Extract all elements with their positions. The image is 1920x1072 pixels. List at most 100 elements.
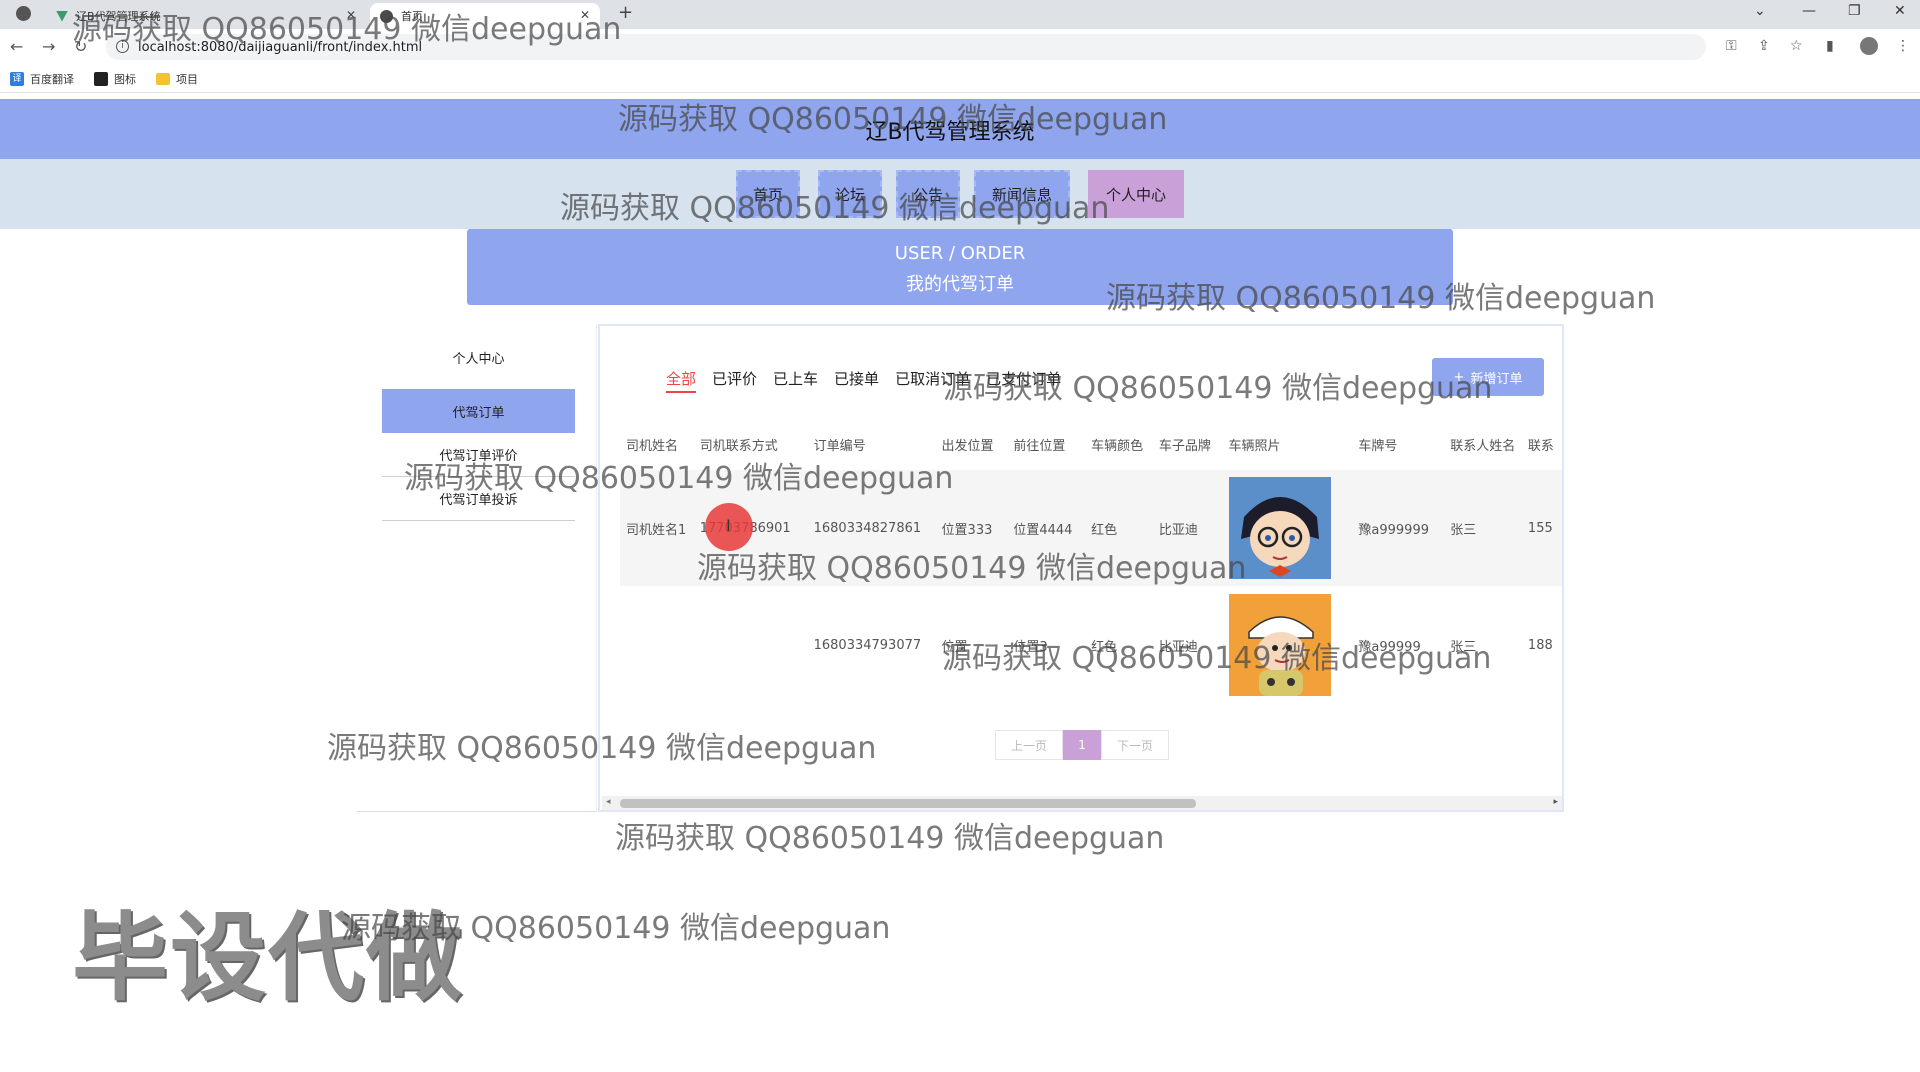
col-color: 车辆颜色 xyxy=(1091,438,1144,454)
sidebar-item-complaints[interactable]: 代驾订单投诉 xyxy=(382,477,575,521)
cell-brand: 比亚迪 xyxy=(1152,586,1223,704)
back-icon[interactable]: ← xyxy=(10,37,23,56)
col-brand: 车子品牌 xyxy=(1158,438,1211,454)
banner-subtitle: USER / ORDER xyxy=(894,243,1026,264)
cell-order-no: 1680334793077 xyxy=(807,586,936,704)
forward-icon[interactable]: → xyxy=(42,37,55,56)
browser-tab-home[interactable]: 首页 ✕ xyxy=(370,3,600,29)
prev-page-button[interactable]: 上一页 xyxy=(995,730,1063,760)
bookmark-fanyi[interactable]: 译 百度翻译 xyxy=(10,71,74,87)
col-from: 出发位置 xyxy=(941,438,994,454)
tab-title: 辽B代驾管理系统 xyxy=(76,10,161,23)
plus-icon: + xyxy=(1453,369,1465,385)
col-contact-name: 联系人姓名 xyxy=(1450,438,1516,454)
next-page-button[interactable]: 下一页 xyxy=(1101,730,1169,760)
cell-brand: 比亚迪 xyxy=(1152,470,1223,586)
status-filter-tabs: 全部 已评价 已上车 已接单 已取消订单 已支付订单 xyxy=(666,368,1061,393)
table-header-row: 司机姓名 司机联系方式 订单编号 出发位置 前往位置 车辆颜色 车子品牌 车辆照… xyxy=(620,418,1562,470)
site-info-icon[interactable]: i xyxy=(116,40,129,53)
cell-plate: 豫a999999 xyxy=(1352,470,1445,586)
share-icon[interactable]: ⇪ xyxy=(1758,38,1770,54)
nav-personal-center[interactable]: 个人中心 xyxy=(1088,170,1184,218)
scrollbar-thumb[interactable] xyxy=(620,799,1196,808)
scroll-right-icon[interactable]: ▸ xyxy=(1553,797,1558,807)
page-1-button[interactable]: 1 xyxy=(1063,730,1101,760)
col-contact-phone: 联系 xyxy=(1527,438,1554,454)
col-to: 前往位置 xyxy=(1013,438,1066,454)
url-text: localhost:8080/daijiaguanli/front/index.… xyxy=(138,39,423,55)
watermark-text: 源码获取 QQ86050149 微信deepguan xyxy=(615,821,1165,856)
site-title: 辽B代驾管理系统 xyxy=(865,120,1035,145)
cell-from: 位置 xyxy=(935,586,1008,704)
translate-icon: 译 xyxy=(10,71,24,86)
sidebar-item-reviews[interactable]: 代驾订单评价 xyxy=(382,433,575,477)
cell-contact: 张三 xyxy=(1444,586,1522,704)
more-menu-icon[interactable]: ⋮ xyxy=(1896,38,1910,54)
cell-contact-phone: 155 xyxy=(1521,470,1562,586)
filter-reviewed[interactable]: 已评价 xyxy=(712,368,757,393)
page-banner: USER / ORDER 我的代驾订单 xyxy=(467,229,1453,305)
image-icon xyxy=(94,71,108,86)
scroll-left-icon[interactable]: ◂ xyxy=(606,797,611,807)
cell-driver xyxy=(620,586,694,704)
browser-tab-admin[interactable]: 辽B代驾管理系统 ✕ xyxy=(46,3,366,29)
minimize-button[interactable]: — xyxy=(1802,3,1816,19)
new-tab-button[interactable]: + xyxy=(618,2,633,23)
close-tab-icon[interactable]: ✕ xyxy=(580,8,590,22)
cell-order-no: 1680334827861 xyxy=(807,470,936,586)
cell-photo xyxy=(1222,586,1353,704)
restore-button[interactable]: ❐ xyxy=(1848,3,1861,19)
table-row[interactable]: 司机姓名1 17703786901 1680334827861 位置333 位置… xyxy=(620,470,1562,586)
car-photo-thumbnail[interactable] xyxy=(1228,477,1331,579)
side-panel-icon[interactable]: ▮ xyxy=(1826,38,1834,54)
profile-avatar[interactable] xyxy=(1860,37,1878,55)
tab-title: 首页 xyxy=(401,10,423,23)
text-cursor-icon: I xyxy=(726,516,731,535)
nav-home[interactable]: 首页 xyxy=(736,170,800,218)
col-driver-phone: 司机联系方式 xyxy=(699,438,778,454)
horizontal-scrollbar[interactable]: ◂ ▸ xyxy=(602,796,1562,810)
cell-phone xyxy=(693,586,808,704)
cell-from: 位置333 xyxy=(935,470,1008,586)
cell-color: 红色 xyxy=(1085,470,1153,586)
car-photo-thumbnail[interactable] xyxy=(1228,594,1331,696)
table-row[interactable]: 1680334793077 位置 位置3 红色 比亚迪 豫a99999 张三 1… xyxy=(620,586,1562,704)
sidebar-item-orders[interactable]: 代驾订单 xyxy=(382,389,575,433)
cell-contact: 张三 xyxy=(1444,470,1522,586)
cell-contact-phone: 188 xyxy=(1521,586,1562,704)
url-field[interactable]: i localhost:8080/daijiaguanli/front/inde… xyxy=(106,34,1706,60)
close-window-button[interactable]: ✕ xyxy=(1894,3,1906,19)
sidebar-item-personal-center[interactable]: 个人中心 xyxy=(382,335,575,379)
nav-notice[interactable]: 公告 xyxy=(896,170,960,218)
filter-all[interactable]: 全部 xyxy=(666,368,697,393)
cell-driver: 司机姓名1 xyxy=(620,470,694,586)
bookmark-label: 百度翻译 xyxy=(30,72,74,86)
nav-news[interactable]: 新闻信息 xyxy=(974,170,1070,218)
filter-paid[interactable]: 已支付订单 xyxy=(986,368,1061,393)
orders-table: 司机姓名 司机联系方式 订单编号 出发位置 前往位置 车辆颜色 车子品牌 车辆照… xyxy=(620,418,1562,704)
cell-photo xyxy=(1222,470,1353,586)
big-watermark: 毕设代做 xyxy=(72,902,464,1014)
cell-to: 位置3 xyxy=(1007,586,1086,704)
col-driver-name: 司机姓名 xyxy=(626,438,679,454)
col-photo: 车辆照片 xyxy=(1228,438,1281,454)
bookmark-label: 项目 xyxy=(176,72,198,86)
key-icon[interactable]: ⚿ xyxy=(1726,38,1737,54)
add-order-button[interactable]: + 新增订单 xyxy=(1432,358,1544,396)
globe-icon xyxy=(380,9,393,23)
star-icon[interactable]: ☆ xyxy=(1790,38,1803,54)
col-plate: 车牌号 xyxy=(1358,438,1398,454)
reload-icon[interactable]: ↻ xyxy=(74,37,87,56)
filter-cancelled[interactable]: 已取消订单 xyxy=(895,368,970,393)
bookmark-projects[interactable]: 项目 xyxy=(156,71,198,87)
close-tab-icon[interactable]: ✕ xyxy=(346,8,356,22)
nav-forum[interactable]: 论坛 xyxy=(818,170,882,218)
bookmark-icons[interactable]: 图标 xyxy=(94,71,136,87)
filter-boarded[interactable]: 已上车 xyxy=(773,368,818,393)
cell-to: 位置4444 xyxy=(1007,470,1086,586)
filter-accepted[interactable]: 已接单 xyxy=(834,368,879,393)
tab-search-icon[interactable]: ⌄ xyxy=(1754,3,1766,19)
browser-menu-icon[interactable] xyxy=(16,6,31,21)
col-order-no: 订单编号 xyxy=(813,438,866,454)
orders-panel: 全部 已评价 已上车 已接单 已取消订单 已支付订单 + 新增订单 司机姓名 司… xyxy=(598,324,1564,812)
